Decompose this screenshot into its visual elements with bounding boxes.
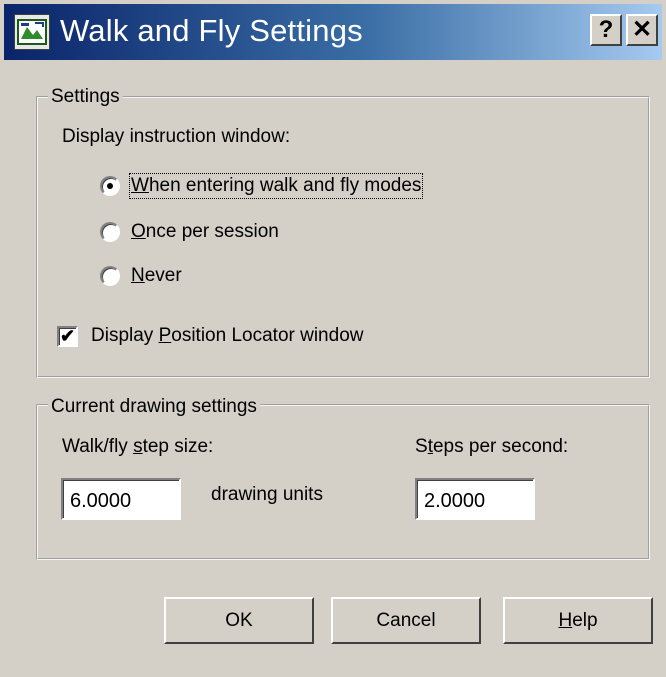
- radio-when-entering-button[interactable]: [100, 176, 120, 196]
- radio-once-per-session-label[interactable]: Once per session: [131, 221, 279, 243]
- window-title: Walk and Fly Settings: [60, 13, 363, 48]
- close-icon[interactable]: ✕: [626, 14, 658, 46]
- settings-legend: Settings: [48, 86, 123, 108]
- position-locator-check-icon[interactable]: ✔: [57, 326, 78, 347]
- help-button[interactable]: Help: [503, 597, 653, 644]
- help-question-button[interactable]: ?: [590, 14, 622, 46]
- cancel-button[interactable]: Cancel: [331, 597, 481, 644]
- radio-never-label[interactable]: Never: [131, 265, 182, 287]
- ok-button[interactable]: OK: [164, 597, 314, 644]
- walk-fly-app-icon: [14, 14, 50, 50]
- current-drawing-settings-legend: Current drawing settings: [48, 396, 260, 418]
- walk-fly-settings-dialog: Walk and Fly Settings ? ✕ Settings Displ…: [0, 0, 666, 677]
- radio-never-button[interactable]: [100, 266, 120, 286]
- radio-once-per-session-button[interactable]: [100, 222, 120, 242]
- position-locator-label[interactable]: Display Position Locator window: [91, 325, 363, 347]
- step-size-input[interactable]: 6.0000: [61, 478, 181, 520]
- title-bar[interactable]: Walk and Fly Settings ? ✕: [4, 4, 662, 60]
- instruction-window-label: Display instruction window:: [62, 126, 291, 147]
- drawing-units-label: drawing units: [211, 484, 323, 505]
- radio-when-entering-label[interactable]: When entering walk and fly modes: [128, 173, 424, 199]
- steps-per-second-input[interactable]: 2.0000: [415, 478, 535, 520]
- step-size-label: Walk/fly step size:: [62, 436, 214, 457]
- steps-per-second-label: Steps per second:: [415, 436, 569, 457]
